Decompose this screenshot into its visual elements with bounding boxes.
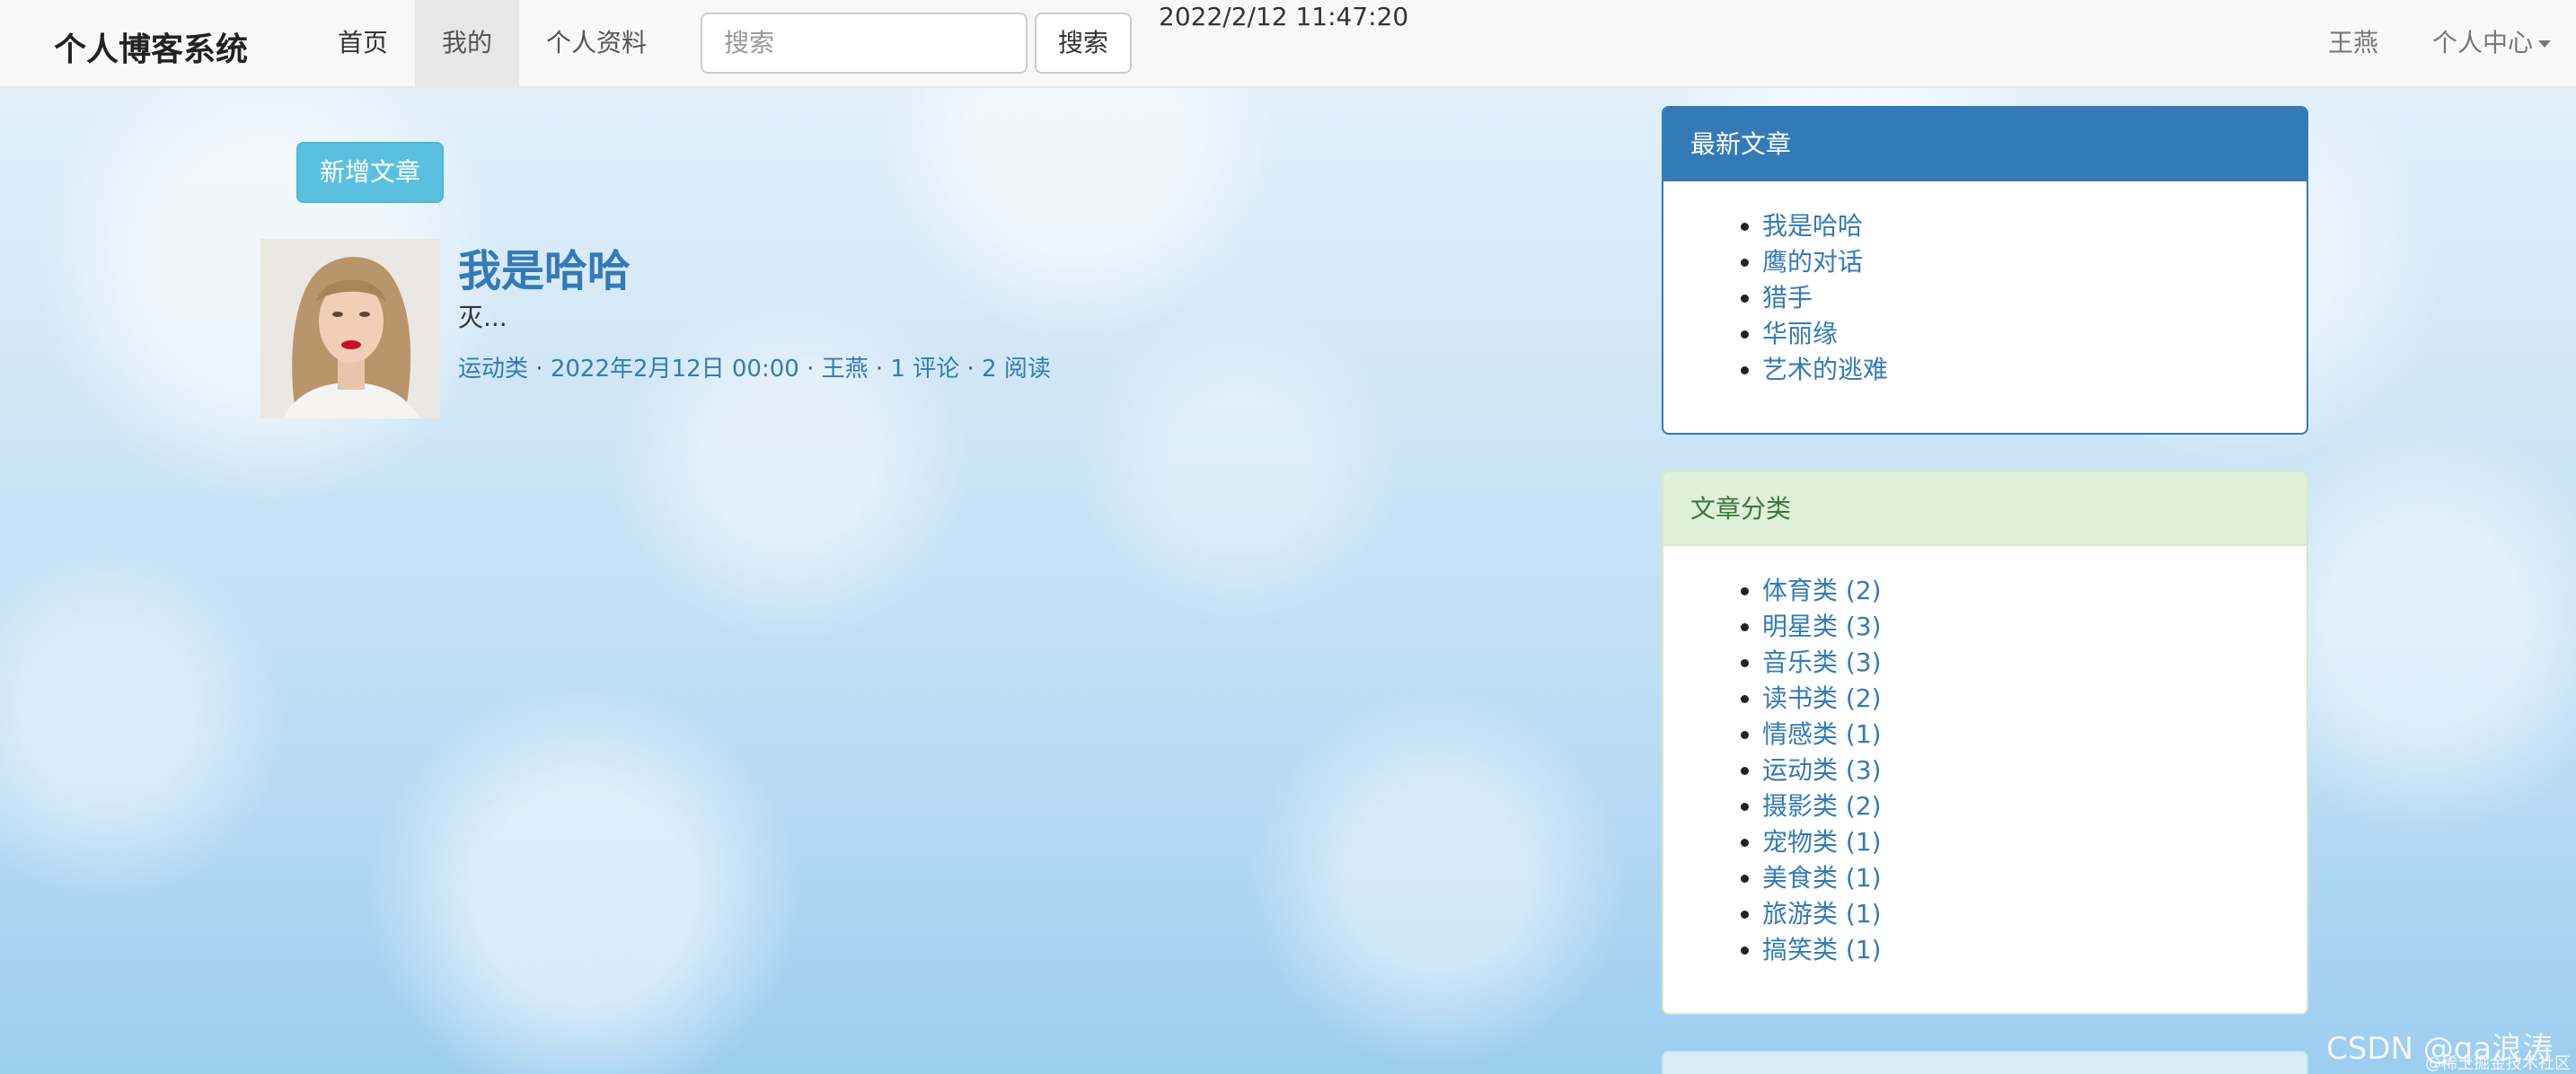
categories-panel: 文章分类 体育类 (2) 明星类 (3) 音乐类 (3) 读书类 (2) 情感类…: [1662, 471, 2308, 1015]
meta-separator: ·: [875, 356, 891, 383]
meta-separator: ·: [807, 356, 822, 383]
latest-article-item[interactable]: 华丽缘: [1741, 316, 2307, 352]
meta-separator: ·: [535, 356, 551, 383]
category-item[interactable]: 音乐类 (3): [1741, 645, 2307, 681]
category-item[interactable]: 情感类 (1): [1741, 717, 2307, 753]
category-item[interactable]: 搞笑类 (1): [1741, 932, 2307, 968]
latest-article-item[interactable]: 猎手: [1741, 280, 2307, 316]
article-thumbnail[interactable]: [260, 239, 440, 418]
latest-article-item[interactable]: 我是哈哈: [1741, 208, 2307, 244]
brand-logo[interactable]: 个人博客系统: [54, 23, 248, 70]
personal-center-label: 个人中心: [2432, 28, 2534, 57]
latest-article-item[interactable]: 艺术的逃难: [1741, 352, 2307, 388]
category-item[interactable]: 摄影类 (2): [1741, 788, 2307, 824]
article-author-link[interactable]: 王燕: [822, 356, 869, 383]
search-input[interactable]: 搜索: [701, 13, 1028, 74]
nav-user-name[interactable]: 王燕: [2328, 0, 2378, 86]
top-navbar: 个人博客系统 首页 我的 个人资料 搜索 搜索 2022/2/12 11:47:…: [0, 0, 2576, 88]
watermark-subtext: @稀土掘金技术社区: [2425, 1054, 2571, 1073]
latest-articles-panel: 最新文章 我是哈哈 鹰的对话 猎手 华丽缘 艺术的逃难: [1662, 106, 2308, 435]
article-summary: 灭...: [458, 303, 507, 332]
nav-profile[interactable]: 个人资料: [519, 0, 674, 86]
nav-personal-center[interactable]: 个人中心: [2432, 0, 2552, 86]
category-item[interactable]: 明星类 (3): [1741, 609, 2307, 645]
category-item[interactable]: 旅游类 (1): [1741, 896, 2307, 932]
latest-article-item[interactable]: 鹰的对话: [1741, 244, 2307, 280]
category-item[interactable]: 读书类 (2): [1741, 681, 2307, 717]
latest-articles-heading: 最新文章: [1663, 108, 2307, 181]
article-category-link[interactable]: 运动类: [458, 356, 528, 383]
clock-text: 2022/2/12 11:47:20: [1159, 2, 1409, 31]
article-title-link[interactable]: 我是哈哈: [458, 235, 631, 298]
categories-list: 体育类 (2) 明星类 (3) 音乐类 (3) 读书类 (2) 情感类 (1) …: [1663, 546, 2307, 968]
article-date: 2022年2月12日 00:00: [550, 356, 799, 383]
add-article-button[interactable]: 新增文章: [296, 142, 444, 203]
nav-home[interactable]: 首页: [311, 0, 415, 86]
caret-down-icon: [2538, 40, 2552, 48]
article-reads-link[interactable]: 2 阅读: [982, 356, 1051, 383]
nav-mine[interactable]: 我的: [415, 0, 520, 86]
category-item[interactable]: 宠物类 (1): [1741, 824, 2307, 860]
portrait-image: [260, 239, 440, 418]
next-panel-partial: [1662, 1051, 2308, 1074]
category-item[interactable]: 运动类 (3): [1741, 753, 2307, 788]
meta-separator: ·: [966, 356, 983, 383]
search-button[interactable]: 搜索: [1035, 13, 1132, 74]
article-meta: 运动类 · 2022年2月12日 00:00 · 王燕 · 1 评论 · 2 阅…: [458, 350, 1051, 383]
latest-articles-list: 我是哈哈 鹰的对话 猎手 华丽缘 艺术的逃难: [1663, 181, 2307, 388]
category-item[interactable]: 美食类 (1): [1741, 860, 2307, 896]
article-comments-link[interactable]: 1 评论: [890, 356, 959, 383]
categories-heading: 文章分类: [1663, 472, 2307, 546]
category-item[interactable]: 体育类 (2): [1741, 573, 2307, 609]
